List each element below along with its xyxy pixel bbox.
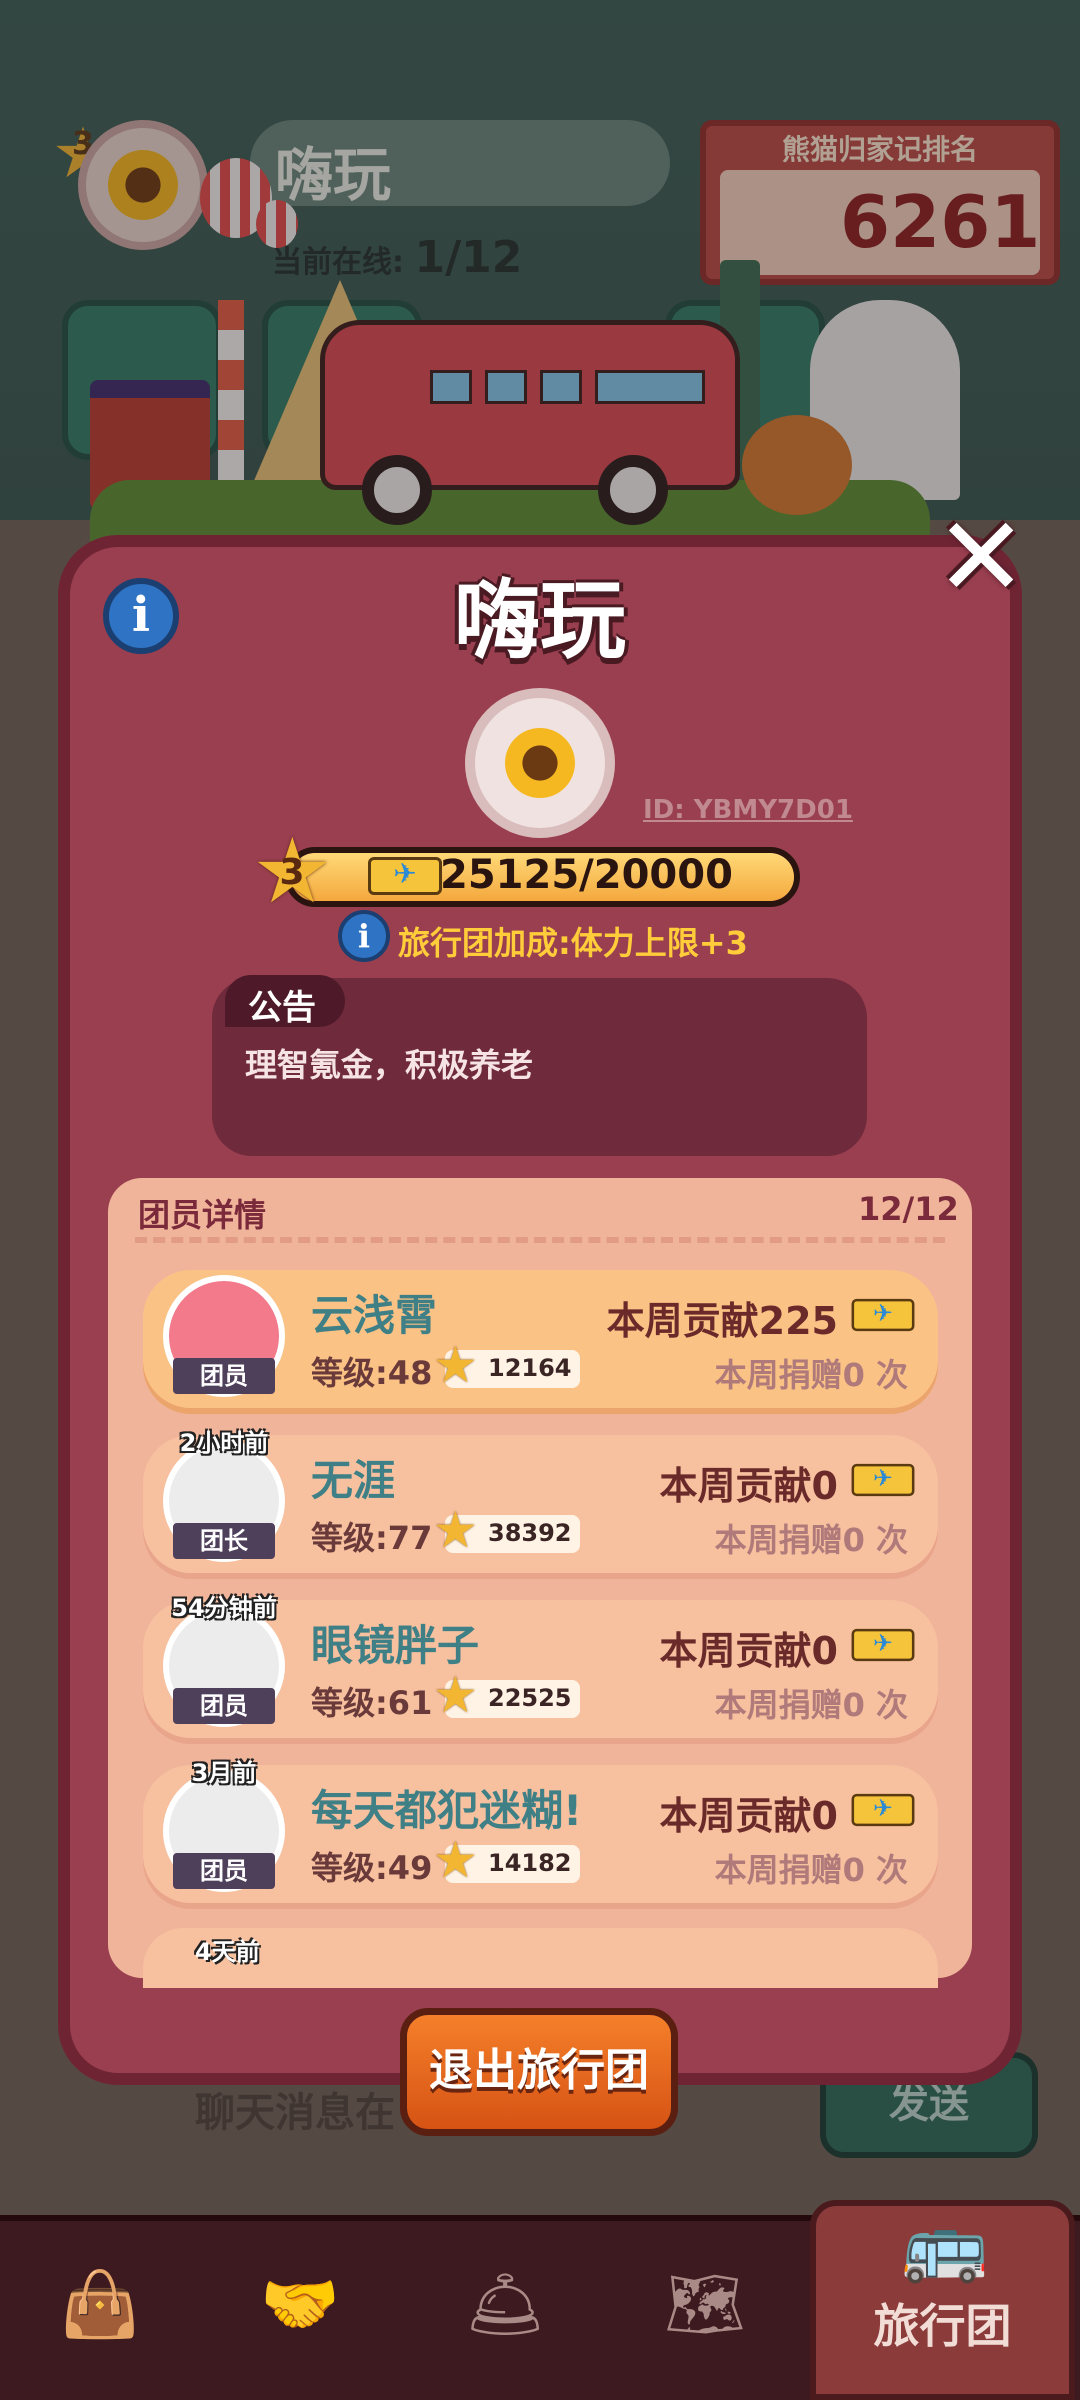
member-card[interactable]: 2小时前 团长 无涯 等级:77 ★ 38392 本周贡献0 本周捐赠0 次 (143, 1429, 938, 1573)
member-card[interactable]: 54分钟前 团员 眼镜胖子 等级:61 ★ 22525 本周贡献0 本周捐赠0 … (143, 1594, 938, 1738)
member-role: 团员 (173, 1358, 275, 1394)
member-donation: 本周捐赠0 次 (714, 1521, 908, 1559)
member-name: 每天都犯迷糊! (311, 1786, 583, 1835)
team-avatar (465, 688, 615, 838)
member-last-online: 3月前 (191, 1759, 257, 1787)
member-last-online: 2小时前 (179, 1429, 269, 1457)
star-icon: ★ (433, 1336, 478, 1394)
sunflower-icon (505, 728, 575, 798)
star-icon: ★ (433, 1666, 478, 1724)
member-donation: 本周捐赠0 次 (714, 1356, 908, 1394)
member-role: 团员 (173, 1853, 275, 1889)
ticket-icon (851, 1298, 915, 1332)
member-score: 22525 (488, 1684, 572, 1712)
member-role: 团员 (173, 1688, 275, 1724)
member-score: 14182 (488, 1849, 572, 1877)
member-donation: 本周捐赠0 次 (714, 1851, 908, 1889)
member-name: 云浅霄 (311, 1291, 438, 1340)
member-contribution: 本周贡献0 (659, 1629, 838, 1673)
member-score: 38392 (488, 1519, 572, 1547)
member-role: 团长 (173, 1523, 275, 1559)
member-score: 12164 (488, 1354, 572, 1382)
team-id[interactable]: ID: YBMY7D01 (643, 795, 853, 825)
team-level: 3 (279, 852, 305, 893)
ticket-icon (851, 1793, 915, 1827)
member-last-online: 4天前 (195, 1938, 260, 1966)
notice-text: 理智氪金，积极养老 (245, 1046, 534, 1084)
ticket-icon (851, 1463, 915, 1497)
member-contribution: 本周贡献225 (606, 1299, 838, 1343)
close-icon[interactable]: ✕ (935, 502, 1027, 612)
map-icon[interactable]: 🗺 (660, 2260, 750, 2350)
nav-tab-team-label: 旅行团 (873, 2299, 1012, 2353)
member-level: 等级:61 (311, 1684, 433, 1722)
bonus-text: 旅行团加成:体力上限+3 (398, 924, 748, 962)
handshake-icon[interactable]: 🤝 (255, 2260, 345, 2350)
member-card[interactable]: 3月前 团员 每天都犯迷糊! 等级:49 ★ 14182 本周贡献0 本周捐赠0… (143, 1759, 938, 1903)
bonus-info-icon[interactable]: i (338, 910, 390, 962)
ticket-icon (851, 1628, 915, 1662)
members-divider (135, 1237, 945, 1243)
exit-team-button[interactable]: 退出旅行团 (400, 2008, 678, 2136)
members-title: 团员详情 (138, 1196, 267, 1234)
member-card[interactable]: 团员 云浅霄 等级:48 ★ 12164 本周贡献225 本周捐赠0 次 (143, 1270, 938, 1408)
member-contribution: 本周贡献0 (659, 1464, 838, 1508)
bus-icon: 🚌 (901, 2204, 989, 2286)
info-icon[interactable]: i (103, 578, 179, 654)
member-level: 等级:48 (311, 1354, 433, 1392)
ticket-icon (368, 857, 442, 895)
member-level: 等级:77 (311, 1519, 433, 1557)
progress-text: 25125/20000 (440, 852, 733, 898)
member-contribution: 本周贡献0 (659, 1794, 838, 1838)
bag-icon[interactable]: 👜 (55, 2260, 145, 2350)
member-name: 眼镜胖子 (311, 1621, 480, 1670)
member-last-online: 54分钟前 (171, 1594, 277, 1622)
star-icon: ★ (433, 1501, 478, 1559)
members-count: 12/12 (858, 1190, 959, 1228)
star-icon: ★ (433, 1831, 478, 1889)
notice-label: 公告 (248, 988, 316, 1028)
member-card-partial[interactable] (143, 1928, 938, 1988)
member-donation: 本周捐赠0 次 (714, 1686, 908, 1724)
member-level: 等级:49 (311, 1849, 433, 1887)
member-name: 无涯 (311, 1456, 396, 1505)
service-bell-icon[interactable]: 🛎 (460, 2260, 550, 2350)
